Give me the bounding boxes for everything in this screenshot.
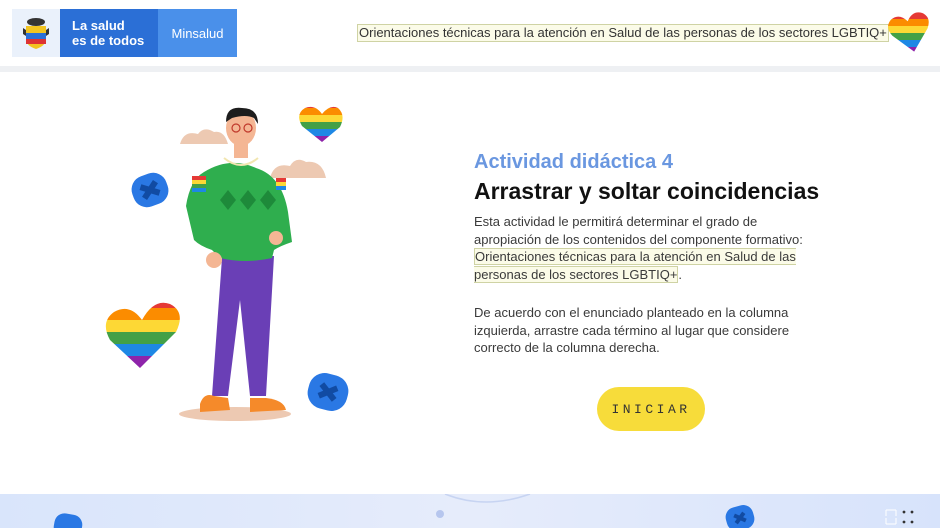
logo-brand: Minsalud bbox=[158, 9, 237, 57]
activity-title: Arrastrar y soltar coincidencias bbox=[474, 178, 820, 204]
footer-banner bbox=[0, 494, 940, 528]
hero-illustration bbox=[100, 100, 360, 430]
fullscreen-icon[interactable] bbox=[884, 508, 920, 526]
course-highlight: Orientaciones técnicas para la atención … bbox=[474, 248, 796, 283]
logo-slogan: La salud es de todos bbox=[60, 9, 158, 57]
activity-kicker: Actividad didáctica 4 bbox=[474, 151, 673, 173]
logo-slogan-line1: La salud bbox=[72, 18, 125, 33]
top-header: La salud es de todos Minsalud Orientacio… bbox=[0, 0, 940, 66]
rainbow-heart-icon bbox=[888, 12, 932, 54]
minsalud-logo[interactable]: La salud es de todos Minsalud bbox=[12, 9, 237, 57]
course-title-link[interactable]: Orientaciones técnicas para la atención … bbox=[357, 24, 889, 42]
start-button[interactable]: INICIAR bbox=[597, 387, 705, 431]
colombia-shield-icon bbox=[12, 9, 60, 57]
logo-slogan-line2: es de todos bbox=[72, 33, 145, 48]
activity-intro: Esta actividad le permitirá determinar e… bbox=[474, 213, 819, 283]
intro-end: . bbox=[678, 266, 683, 282]
activity-instructions: De acuerdo con el enunciado planteado en… bbox=[474, 305, 790, 355]
header-divider bbox=[0, 66, 940, 72]
intro-text: Esta actividad le permitirá determinar e… bbox=[474, 214, 803, 247]
